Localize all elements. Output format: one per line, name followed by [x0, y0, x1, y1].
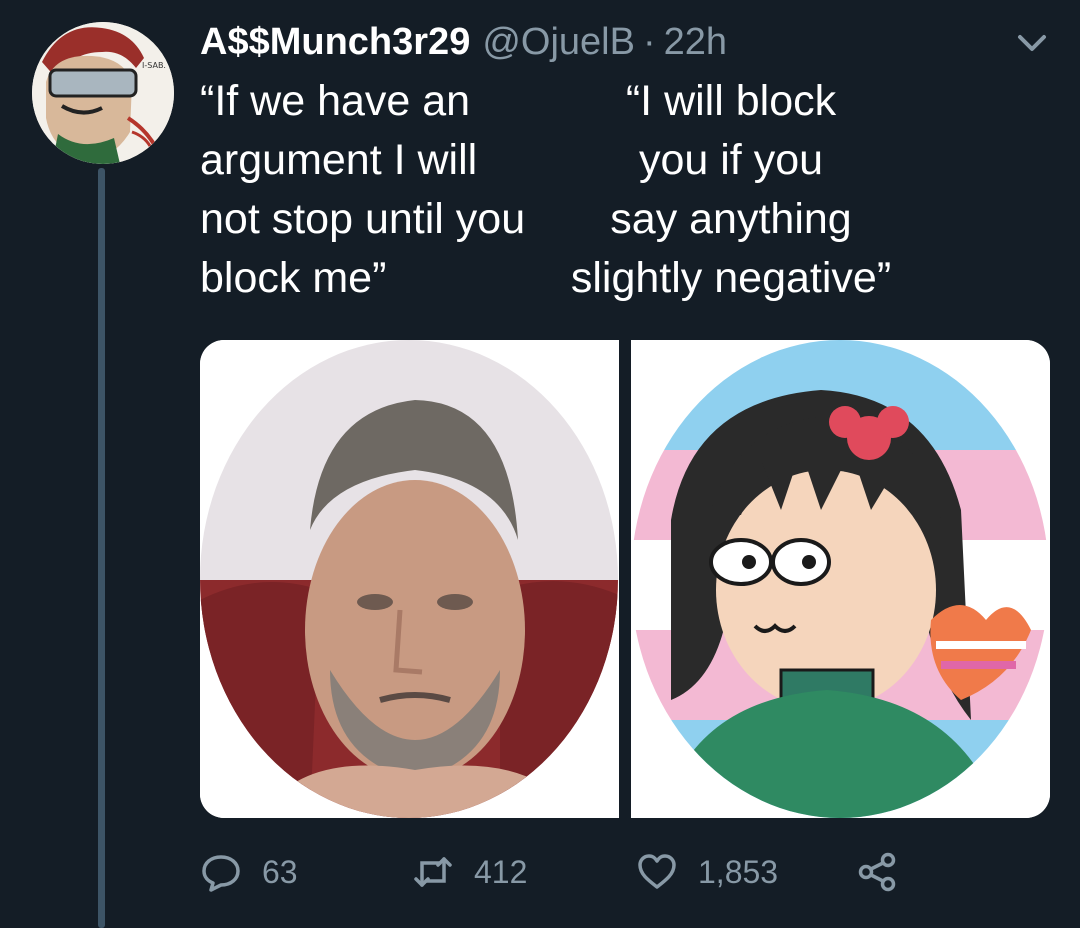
reply-count: 63 [262, 853, 298, 890]
retweet-button[interactable]: 412 [412, 850, 527, 894]
quote-right-line: “I will block [625, 77, 837, 125]
tweet-timestamp[interactable]: 22h [664, 20, 727, 64]
tweet-media[interactable] [200, 340, 1050, 818]
quote-left-line: argument I will [200, 136, 478, 184]
quote-right-line: slightly negative” [570, 254, 892, 302]
avatar-caption: I-SAB. [142, 61, 166, 70]
retweet-count: 412 [474, 853, 528, 890]
quote-left-line: not stop until you [200, 195, 526, 243]
avatar[interactable]: I-SAB. [32, 22, 174, 164]
photo-man-image [200, 340, 619, 818]
retweet-icon [414, 857, 452, 887]
like-button[interactable]: 1,853 [636, 850, 778, 894]
tweet-header: A$$Munch3r29 @OjuelB · 22h [200, 20, 727, 64]
thread-line [98, 168, 105, 928]
heart-icon [638, 854, 676, 889]
display-name[interactable]: A$$Munch3r29 [200, 20, 470, 64]
tweet-text-right: “I will block you if you say anything sl… [566, 72, 896, 308]
avatar-image: I-SAB. [32, 22, 174, 164]
share-icon [858, 852, 896, 892]
media-photo-right[interactable] [631, 340, 1050, 818]
quote-right-line: say anything [610, 195, 852, 243]
media-photo-left[interactable] [200, 340, 619, 818]
quote-left-line: “If we have an [200, 77, 471, 125]
reply-button[interactable]: 63 [200, 850, 298, 894]
tweet-text-left: “If we have an argument I will not stop … [200, 72, 525, 308]
like-count: 1,853 [698, 853, 779, 890]
quote-left-line: block me” [200, 254, 387, 302]
header-separator: · [642, 21, 656, 63]
reply-icon [202, 855, 240, 892]
chevron-down-icon[interactable] [1010, 28, 1054, 58]
cartoon-girl-image [631, 340, 1050, 818]
share-button[interactable] [856, 850, 898, 894]
user-handle[interactable]: @OjuelB [482, 20, 635, 64]
quote-right-line: you if you [638, 136, 824, 184]
